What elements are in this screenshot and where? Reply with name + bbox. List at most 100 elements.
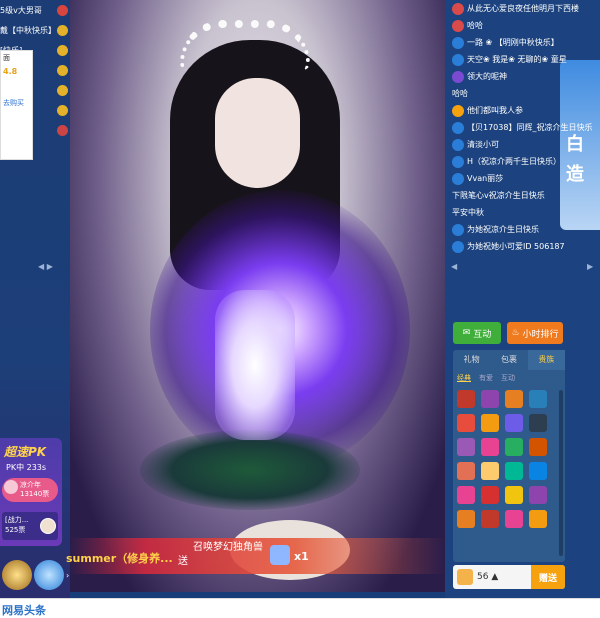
gift-subtab[interactable]: 互动 [501, 373, 515, 383]
left-sidebar: 5级v大男哥戴【中秋快乐】[快乐]哀哀 面 4.8 去购买 ◀ ▶ 超速PK P… [0, 0, 70, 598]
gift-item-icon[interactable] [529, 510, 547, 528]
chat-message-text: 一路 ❀ 【明刚中秋快乐】 [467, 38, 559, 47]
chat-message[interactable]: 天空❀ 我是❀ 无聊的❀ 童星 [445, 51, 600, 68]
gift-item-icon[interactable] [505, 486, 523, 504]
event-badge-icon[interactable] [34, 560, 64, 590]
user-level-icon [452, 70, 464, 83]
gift-icon [270, 545, 290, 565]
gift-subtab[interactable]: 经典 [457, 373, 471, 383]
activity-badge-icon[interactable] [2, 560, 32, 590]
live-room: 5级v大男哥戴【中秋快乐】[快乐]哀哀 面 4.8 去购买 ◀ ▶ 超速PK P… [0, 0, 600, 618]
gift-item-icon[interactable] [505, 510, 523, 528]
chat-message[interactable]: 清淡小可 [445, 136, 600, 153]
pk-panel[interactable]: 超速PK PK中 233s 凉介年 13140票 [战力... 525票 [0, 438, 62, 546]
gift-tab[interactable]: 贵族 [527, 350, 565, 370]
live-video[interactable] [70, 0, 445, 592]
chat-message[interactable]: 一路 ❀ 【明刚中秋快乐】 [445, 34, 600, 51]
user-level-icon [452, 36, 464, 49]
chat-message[interactable]: 平安中秋 [445, 204, 600, 221]
gift-item-icon[interactable] [529, 390, 547, 408]
level-badge-icon [57, 124, 68, 136]
gift-scrollbar[interactable] [559, 390, 563, 556]
gift-item-icon[interactable] [481, 438, 499, 456]
quantity-input[interactable]: 56 ▲ [477, 572, 531, 582]
selected-gift-icon [457, 569, 473, 585]
chat-message[interactable]: 【贝17038】同辉_祝凉介生日快乐 [445, 119, 600, 136]
gift-item-icon[interactable] [457, 438, 475, 456]
user-level-icon [452, 53, 464, 66]
left-chat-row: 戴【中秋快乐】 [0, 20, 70, 40]
gift-name: 召唤梦幻独角兽 [193, 542, 263, 553]
level-badge-icon [57, 24, 68, 36]
level-badge-icon [57, 4, 68, 16]
gift-panel: 礼物 包裹 贵族 经典 有爱 互动 [453, 350, 565, 562]
gift-grid [453, 386, 565, 532]
hour-rank-button[interactable]: ♨ 小时排行 [507, 322, 563, 344]
popup-link[interactable]: 去购买 [3, 98, 30, 108]
chat-message-text: 下限笔心v祝凉介生日快乐 [452, 191, 545, 200]
hour-rank-label: 小时排行 [522, 329, 559, 340]
rank-avatar [40, 518, 56, 534]
interact-button[interactable]: ✉ 互动 [453, 322, 501, 344]
send-bar: 56 ▲ 赠送 [453, 565, 565, 589]
chat-message[interactable]: 为她祝她小可爱ID 506187 [445, 238, 600, 255]
pk-rank[interactable]: [战力... 525票 [2, 512, 58, 540]
chat-message[interactable]: 为她祝凉介生日快乐 [445, 221, 600, 238]
user-level-icon [452, 138, 464, 151]
right-sidebar: 白 造 从此无心爱良夜任他明月下西楼 哈哈 一路 ❀ 【明刚中秋快乐】 天空❀ 我是❀… [445, 0, 600, 598]
user-level-icon [452, 240, 464, 253]
gift-tab[interactable]: 包裹 [490, 350, 527, 370]
chat-message-text: Vvan丽莎 [467, 174, 504, 183]
opponent-name: 凉介年 [20, 481, 41, 489]
chat-message[interactable]: 下限笔心v祝凉介生日快乐 [445, 187, 600, 204]
gift-item-icon[interactable] [481, 510, 499, 528]
chat-message[interactable]: 他们都叫我人参 [445, 102, 600, 119]
gift-item-icon[interactable] [505, 414, 523, 432]
chat-message[interactable]: 哈哈 [445, 17, 600, 34]
gift-item-icon[interactable] [529, 486, 547, 504]
gift-effect-grass [140, 430, 360, 510]
gift-item-icon[interactable] [481, 462, 499, 480]
chat-right-arrow-icon[interactable]: ▶ [587, 262, 593, 271]
footer-brand[interactable]: 网易头条 [2, 602, 46, 618]
gift-item-icon[interactable] [457, 462, 475, 480]
pk-opponent[interactable]: 凉介年 13140票 [2, 478, 58, 502]
gift-item-icon[interactable] [457, 486, 475, 504]
footer-bar: 网易头条 [0, 598, 600, 618]
chat-message-text: 他们都叫我人参 [467, 106, 523, 115]
gift-tab[interactable]: 礼物 [453, 350, 490, 370]
more-arrow-icon[interactable]: › [66, 571, 69, 580]
gift-item-icon[interactable] [529, 462, 547, 480]
gift-item-icon[interactable] [457, 390, 475, 408]
chat-message[interactable]: H（祝凉介两千生日快乐） [445, 153, 600, 170]
left-arrow-icon[interactable]: ◀ ▶ [38, 262, 53, 271]
gift-item-icon[interactable] [457, 414, 475, 432]
gift-count: x1 [294, 550, 309, 563]
level-badge-icon [57, 104, 68, 116]
popup-text: 面 [3, 54, 10, 62]
chat-message-text: 领大的呢神 [467, 72, 507, 81]
gift-item-icon[interactable] [505, 390, 523, 408]
chat-left-arrow-icon[interactable]: ◀ [451, 262, 457, 271]
opponent-score: 13140票 [20, 490, 50, 498]
chat-message[interactable]: 哈哈 [445, 85, 600, 102]
pk-timer: PK中 233s [6, 463, 47, 472]
chat-message[interactable]: 从此无心爱良夜任他明月下西楼 [445, 0, 600, 17]
gift-item-icon[interactable] [481, 390, 499, 408]
gift-item-icon[interactable] [505, 438, 523, 456]
gift-send-word: 送 [178, 556, 188, 567]
gift-item-icon[interactable] [529, 414, 547, 432]
gift-item-icon[interactable] [481, 414, 499, 432]
chat-message-list: 从此无心爱良夜任他明月下西楼 哈哈 一路 ❀ 【明刚中秋快乐】 天空❀ 我是❀ 无聊的… [445, 0, 600, 258]
gift-sender: summer（修身养... [66, 552, 173, 565]
purchase-popup[interactable]: 面 4.8 去购买 [0, 50, 33, 160]
send-gift-button[interactable]: 赠送 [531, 565, 565, 589]
chat-message[interactable]: 领大的呢神 [445, 68, 600, 85]
gift-item-icon[interactable] [457, 510, 475, 528]
streamer-face [215, 78, 300, 188]
chat-message[interactable]: Vvan丽莎 [445, 170, 600, 187]
gift-item-icon[interactable] [481, 486, 499, 504]
gift-item-icon[interactable] [505, 462, 523, 480]
gift-subtab[interactable]: 有爱 [479, 373, 493, 383]
gift-item-icon[interactable] [529, 438, 547, 456]
